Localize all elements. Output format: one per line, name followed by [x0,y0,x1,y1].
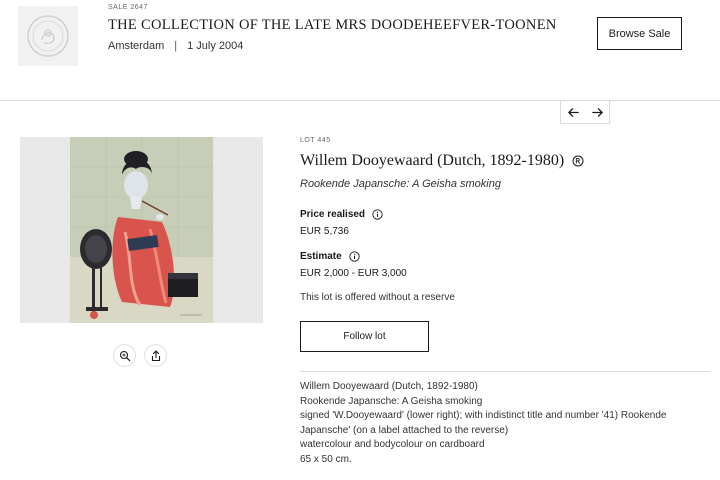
description-line: Rookende Japansche: A Geisha smoking [300,395,483,407]
lot-image-panel[interactable] [20,137,263,323]
lot-number: LOT 445 [300,137,331,144]
artist-heading: Willem Dooyewaard (Dutch, 1892-1980) [300,152,584,170]
artist-registered-icon[interactable] [572,155,584,167]
info-icon[interactable] [372,209,383,220]
sale-title: THE COLLECTION OF THE LATE MRS DOODEHEEF… [108,17,557,33]
sale-header: SALE 2647 THE COLLECTION OF THE LATE MRS… [0,0,720,101]
estimate-label: Estimate [300,251,360,262]
lot-title: Rookende Japansche: A Geisha smoking [300,178,501,190]
sale-date: 1 July 2004 [187,40,244,52]
sale-thumbnail[interactable] [18,6,78,66]
price-label-text: Price realised [300,209,366,220]
arrow-left-icon [567,107,579,117]
previous-lot-button[interactable] [561,101,585,123]
lot-description: Willem Dooyewaard (Dutch, 1892-1980) Roo… [300,380,695,467]
description-line: watercolour and bodycolour on cardboard [300,439,485,450]
share-button[interactable] [144,344,167,367]
estimate-value: EUR 2,000 - EUR 3,000 [300,268,407,279]
sale-location: Amsterdam [108,40,165,52]
info-icon[interactable] [349,251,360,262]
sale-meta-separator: | [174,40,178,52]
browse-sale-button[interactable]: Browse Sale [597,17,682,50]
estimate-label-text: Estimate [300,251,342,262]
section-divider [300,371,710,372]
price-realised-value: EUR 5,736 [300,226,349,237]
description-line: 65 x 50 cm. [300,453,352,465]
description-line: Willem Dooyewaard (Dutch, 1892-1980) [300,381,478,392]
share-icon [151,349,160,361]
arrow-right-icon [591,107,603,117]
seal-emblem-icon [27,15,69,57]
image-tools [113,344,167,367]
follow-lot-button[interactable]: Follow lot [300,321,429,352]
price-realised-label: Price realised [300,209,383,220]
sale-number: SALE 2647 [108,4,148,11]
lot-painting-image[interactable] [70,137,213,323]
reserve-note: This lot is offered without a reserve [300,292,455,303]
zoom-button[interactable] [113,344,136,367]
artist-name: Willem Dooyewaard (Dutch, 1892-1980) [300,152,565,169]
description-line: signed 'W.Dooyewaard' (lower right); wit… [300,410,667,436]
lot-navigation [560,101,610,124]
sale-meta: Amsterdam | 1 July 2004 [108,40,243,52]
next-lot-button[interactable] [585,101,609,123]
zoom-in-icon [119,350,130,361]
